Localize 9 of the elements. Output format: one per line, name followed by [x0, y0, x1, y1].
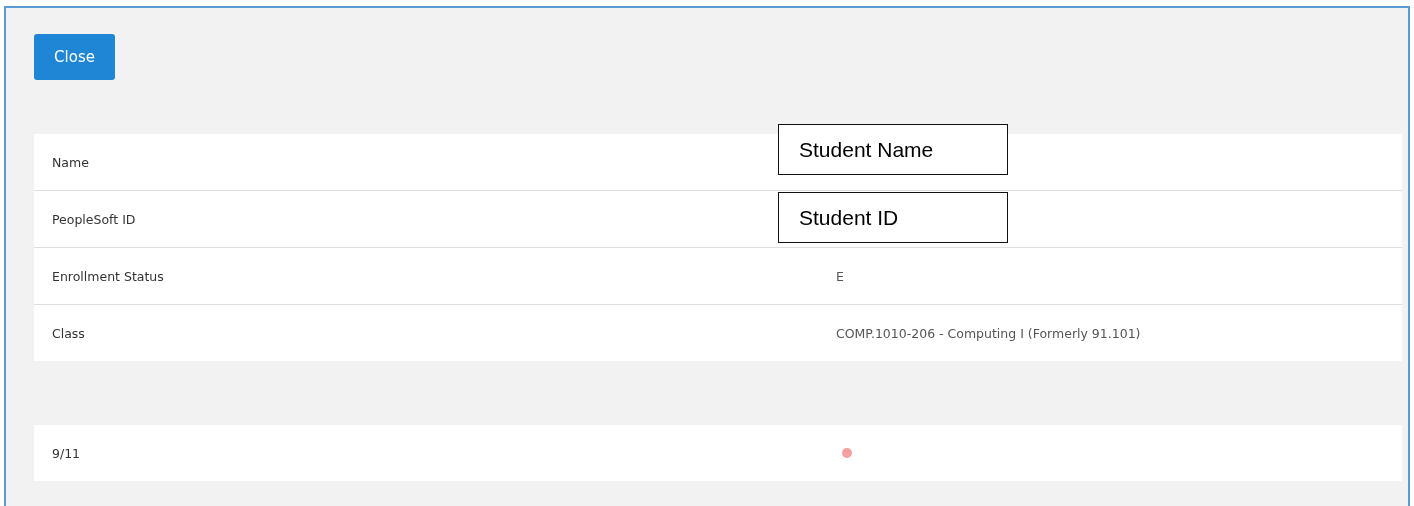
close-button[interactable]: Close [34, 34, 115, 80]
date-label: 9/11 [51, 445, 82, 461]
field-label: Class [51, 325, 86, 341]
field-label: Enrollment Status [51, 268, 165, 284]
field-value: COMP.1010-206 - Computing I (Formerly 91.101) [836, 325, 1141, 341]
field-label: Name [51, 154, 90, 170]
annotation-box: Student Name [778, 124, 1008, 175]
annotation-box: Student ID [778, 192, 1008, 243]
field-value: E [836, 268, 844, 284]
